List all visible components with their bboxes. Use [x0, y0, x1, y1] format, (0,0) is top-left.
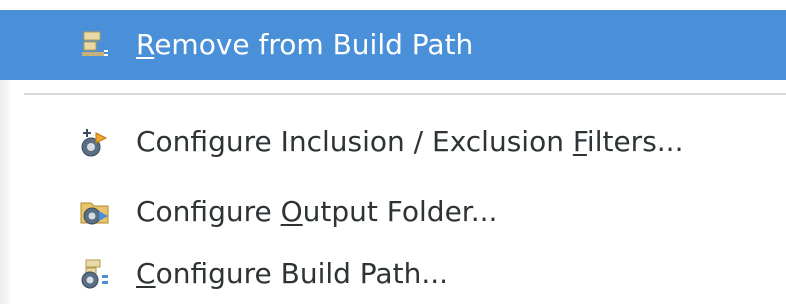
- output-folder-icon: [80, 202, 109, 225]
- mnemonic-c: C: [136, 257, 156, 290]
- menu-item-label-post: emove from Build Path: [154, 28, 474, 61]
- menu-item-label-post: utput Folder...: [302, 195, 498, 228]
- menu-item-label-pre: Configure Inclusion / Exclusion: [136, 125, 573, 158]
- menu-item-remove-from-build-path[interactable]: Remove from Build Path: [0, 10, 786, 80]
- mnemonic-o: O: [280, 195, 303, 228]
- menu-item-configure-output-folder[interactable]: Configure Output Folder...: [0, 180, 786, 244]
- inclusion-exclusion-filters-icon: [81, 129, 108, 157]
- menu-item-label: Configure Build Path...: [136, 257, 448, 291]
- menu-item-label-post: ilters...: [586, 125, 684, 158]
- menu-item-label: Remove from Build Path: [136, 28, 473, 62]
- menu-item-configure-filters[interactable]: Configure Inclusion / Exclusion Filters.…: [0, 110, 786, 174]
- remove-build-path-icon: [82, 31, 108, 56]
- context-menu: Remove from Build Path Configure Inclusi…: [0, 0, 786, 304]
- mnemonic-f: F: [572, 125, 587, 158]
- menu-item-label-pre: Configure: [136, 195, 281, 228]
- menu-item-label: Configure Inclusion / Exclusion Filters.…: [136, 125, 684, 159]
- menu-item-label: Configure Output Folder...: [136, 195, 497, 229]
- menu-item-label-post: onfigure Build Path...: [155, 257, 449, 290]
- menu-item-configure-build-path[interactable]: Configure Build Path...: [0, 244, 786, 304]
- mnemonic-r: R: [136, 28, 155, 61]
- build-path-icon: [81, 259, 108, 289]
- menu-separator: [24, 93, 786, 95]
